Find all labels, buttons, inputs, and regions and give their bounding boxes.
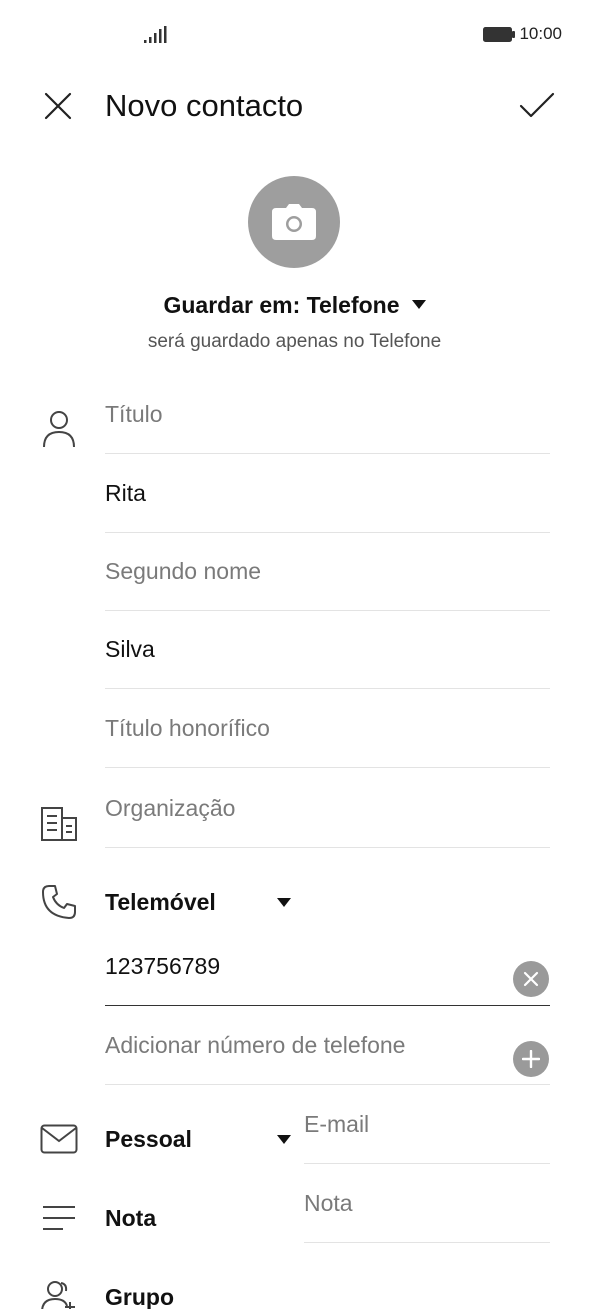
add-phone-field[interactable]: Adicionar número de telefone — [105, 1007, 550, 1085]
middle-name-placeholder: Segundo nome — [105, 558, 262, 584]
note-input[interactable]: Nota — [304, 1165, 550, 1243]
phone-number-value: 123756789 — [105, 953, 221, 979]
note-label-text: Nota — [105, 1204, 157, 1231]
camera-icon — [272, 204, 316, 240]
last-name-field[interactable]: Silva — [105, 611, 550, 689]
note-placeholder: Nota — [304, 1190, 353, 1216]
title-field-placeholder: Título — [105, 401, 163, 427]
honorific-placeholder: Título honorífico — [105, 715, 270, 741]
check-icon — [519, 92, 555, 118]
add-icon — [522, 1050, 540, 1068]
phone-icon — [38, 881, 80, 923]
storage-subtitle: será guardado apenas no Telefone — [147, 331, 442, 352]
group-selector[interactable]: Grupo — [105, 1258, 174, 1309]
envelope-icon — [38, 1118, 80, 1160]
email-input[interactable]: E-mail — [304, 1086, 550, 1164]
close-button[interactable] — [34, 82, 82, 130]
organization-field[interactable]: Organização — [105, 770, 550, 848]
signal-icon — [144, 26, 168, 44]
middle-name-field[interactable]: Segundo nome — [105, 533, 550, 611]
last-name-value: Silva — [105, 636, 155, 662]
group-label: Grupo — [105, 1283, 174, 1309]
email-placeholder: E-mail — [304, 1111, 370, 1137]
page-title: Novo contacto — [105, 88, 304, 123]
email-type-selector[interactable]: Pessoal — [105, 1100, 192, 1178]
chevron-down-icon[interactable] — [277, 898, 291, 907]
honorific-field[interactable]: Título honorífico — [105, 690, 550, 768]
note-label: Nota — [105, 1179, 156, 1257]
storage-selector[interactable]: Guardar em: Telefone — [0, 292, 589, 319]
status-time: 10:00 — [519, 24, 562, 43]
save-button[interactable] — [513, 82, 561, 130]
add-phone-button[interactable] — [513, 1041, 549, 1077]
chevron-down-icon[interactable] — [277, 1135, 291, 1144]
building-icon — [38, 803, 80, 845]
status-right: 10:00 — [483, 24, 562, 44]
organization-placeholder: Organização — [105, 795, 236, 821]
battery-icon — [483, 26, 516, 42]
add-phone-placeholder: Adicionar número de telefone — [105, 1032, 406, 1058]
clear-phone-button[interactable] — [513, 961, 549, 997]
note-lines-icon — [38, 1197, 80, 1239]
first-name-field[interactable]: Rita — [105, 455, 550, 533]
title-field[interactable]: Título — [105, 376, 550, 454]
first-name-value: Rita — [105, 480, 146, 506]
email-type-label: Pessoal — [105, 1125, 192, 1152]
person-icon — [38, 408, 80, 450]
close-icon — [44, 92, 72, 120]
clear-icon — [523, 971, 539, 987]
storage-label: Guardar em: Telefone — [163, 292, 400, 318]
phone-number-input[interactable]: 123756789 — [105, 928, 550, 1006]
phone-type-label: Telemóvel — [105, 888, 216, 915]
group-add-icon — [38, 1276, 80, 1309]
chevron-down-icon — [411, 300, 426, 309]
add-photo-button[interactable] — [248, 176, 340, 268]
